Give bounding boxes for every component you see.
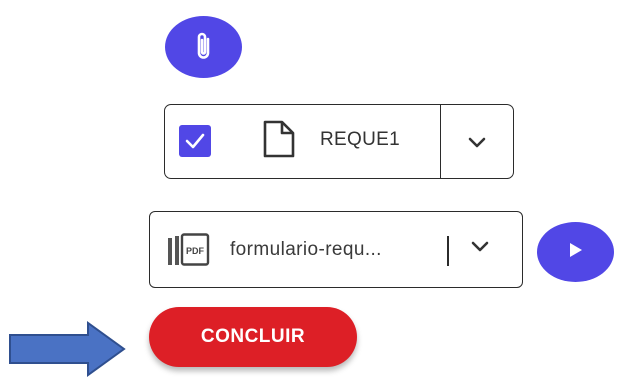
- output-file-name: formulario-requ...: [230, 239, 382, 260]
- output-file-select[interactable]: PDF formulario-requ...: [149, 211, 523, 288]
- concluir-button[interactable]: CONCLUIR: [149, 307, 357, 367]
- attach-button[interactable]: [165, 16, 242, 78]
- paperclip-icon: [193, 31, 215, 63]
- document-dropdown-button[interactable]: [441, 105, 513, 178]
- chevron-down-icon[interactable]: [470, 239, 490, 257]
- pdf-file-icon: PDF: [166, 233, 210, 272]
- svg-text:PDF: PDF: [186, 246, 205, 256]
- document-checkbox[interactable]: [179, 125, 211, 157]
- document-name: REQUE1: [320, 129, 400, 150]
- file-icon: [262, 119, 296, 164]
- document-item-main: REQUE1: [165, 105, 440, 178]
- play-button[interactable]: [537, 222, 614, 282]
- document-item: REQUE1: [164, 104, 514, 179]
- upload-panel: REQUE1 PDF formulario-requ... CONCLUIR: [0, 0, 617, 377]
- checkmark-icon: [185, 133, 205, 149]
- divider: [447, 236, 449, 266]
- arrow-right-icon: [8, 321, 128, 377]
- play-icon: [568, 241, 584, 264]
- chevron-down-icon: [468, 137, 486, 147]
